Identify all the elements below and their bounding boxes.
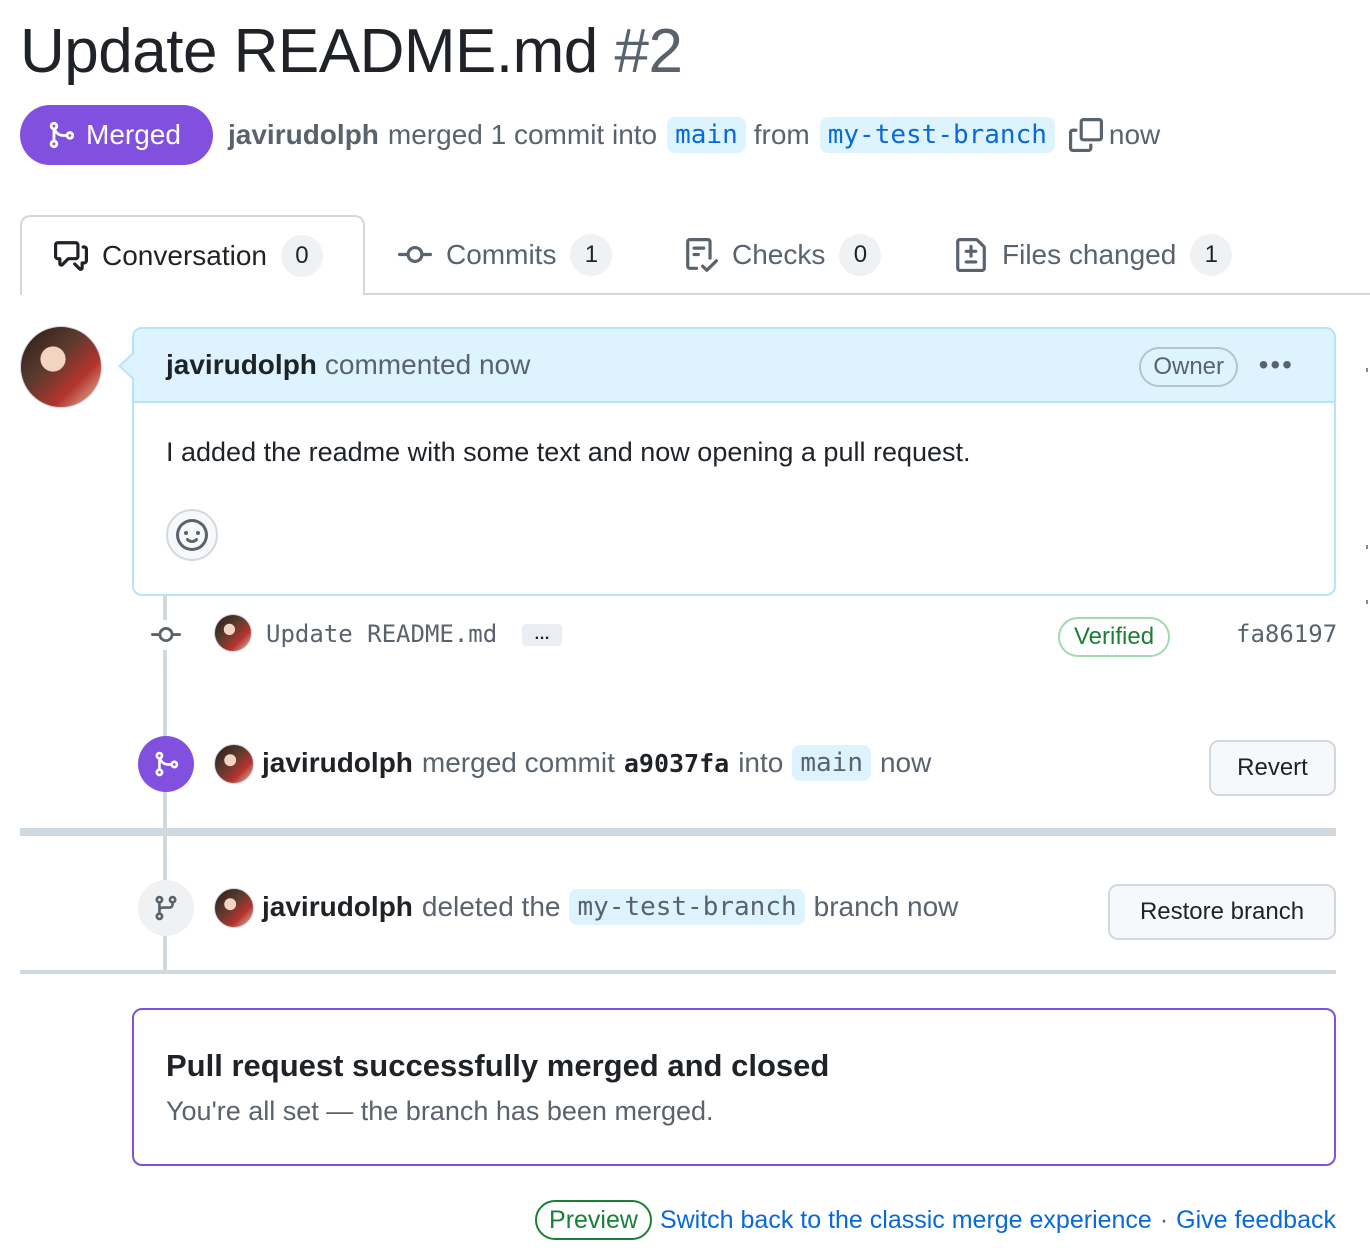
comment-author[interactable]: javirudolph [166, 349, 317, 381]
avatar[interactable] [214, 744, 254, 784]
avatar[interactable] [214, 614, 252, 652]
edge-mark [1366, 368, 1368, 372]
delete-event-action: deleted the [421, 891, 561, 922]
merge-event-node [138, 736, 194, 792]
timeline-divider [20, 970, 1336, 974]
merge-event-into: into [738, 747, 784, 778]
comment-action: commented now [324, 349, 531, 380]
commit-message-link[interactable]: Update README.md [266, 620, 497, 648]
preview-badge: Preview [535, 1200, 652, 1240]
git-branch-icon [155, 895, 177, 921]
tab-conversation-label: Conversation [102, 240, 267, 271]
merge-text: merged 1 commit into [387, 119, 658, 150]
tab-files-changed-label: Files changed [1002, 239, 1177, 270]
delete-event-suffix: branch now [813, 891, 959, 922]
avatar[interactable] [20, 326, 102, 408]
checklist-icon [686, 238, 718, 272]
comment-header: javirudolph commented now Owner ••• [134, 329, 1334, 403]
comment-discussion-icon [54, 241, 88, 271]
merge-box-subtitle: You're all set — the branch has been mer… [166, 1096, 714, 1126]
kebab-menu-icon[interactable]: ••• [1259, 349, 1294, 381]
deleted-branch: my-test-branch [569, 889, 805, 925]
merge-footer: Preview Switch back to the classic merge… [535, 1200, 1336, 1240]
merge-status-box: Pull request successfully merged and clo… [132, 1008, 1336, 1166]
pr-title-text: Update README.md [20, 17, 598, 86]
merge-box-title: Pull request successfully merged and clo… [166, 1048, 830, 1083]
commit-icon [151, 620, 181, 650]
owner-badge: Owner [1139, 347, 1238, 387]
pr-title: Update README.md #2 [20, 14, 683, 90]
delete-event-author[interactable]: javirudolph [262, 891, 413, 923]
comment-body: I added the readme with some text and no… [166, 437, 971, 467]
merge-icon [155, 751, 179, 777]
tab-files-changed[interactable]: Files changed 1 [954, 215, 1233, 295]
tab-commits[interactable]: Commits 1 [398, 215, 613, 295]
pr-author-link[interactable]: javirudolph [228, 119, 379, 151]
commit-icon [398, 245, 432, 263]
base-branch[interactable]: main [667, 117, 746, 153]
expand-commit-button[interactable]: … [522, 624, 562, 646]
merged-status-badge: Merged [20, 105, 213, 165]
merged-label: Merged [86, 119, 181, 150]
merge-event-author[interactable]: javirudolph [262, 747, 413, 779]
merge-event-action: merged commit [421, 747, 615, 778]
head-branch[interactable]: my-test-branch [819, 117, 1055, 153]
tab-checks-count: 0 [839, 234, 882, 276]
edge-mark [1366, 600, 1368, 604]
merge-commit-sha[interactable]: a9037fa [624, 749, 729, 778]
copy-icon[interactable] [1068, 118, 1103, 152]
commit-sha-link[interactable]: fa86197 [1236, 620, 1337, 648]
comment-box: javirudolph commented now Owner ••• I ad… [132, 327, 1336, 596]
file-diff-icon [956, 238, 986, 272]
comment-arrow-inner [121, 354, 134, 378]
tab-conversation[interactable]: Conversation 0 [20, 215, 365, 295]
tab-checks-label: Checks [732, 239, 826, 270]
add-reaction-button[interactable] [166, 509, 218, 561]
pr-number: #2 [614, 17, 683, 86]
tab-files-changed-count: 1 [1190, 234, 1233, 276]
tab-commits-label: Commits [446, 239, 557, 270]
from-text: from [753, 119, 810, 150]
verified-badge[interactable]: Verified [1058, 617, 1171, 657]
footer-separator: · [1159, 1205, 1169, 1234]
tab-commits-count: 1 [570, 234, 613, 276]
edge-mark [1366, 545, 1368, 549]
tab-checks[interactable]: Checks 0 [684, 215, 882, 295]
give-feedback-link[interactable]: Give feedback [1176, 1206, 1336, 1235]
merge-event-time: now [879, 747, 932, 778]
pr-meta: javirudolph merged 1 commit into main fr… [228, 112, 1160, 158]
revert-button[interactable]: Revert [1209, 740, 1336, 796]
avatar[interactable] [214, 888, 254, 928]
switch-classic-link[interactable]: Switch back to the classic merge experie… [660, 1206, 1152, 1235]
timeline-divider [20, 828, 1336, 836]
restore-branch-button[interactable]: Restore branch [1108, 884, 1336, 940]
merge-event-text: javirudolph merged commit a9037fa into m… [262, 740, 931, 786]
merge-event-branch[interactable]: main [792, 745, 871, 781]
delete-event-text: javirudolph deleted the my-test-branch b… [262, 884, 958, 930]
merge-icon [49, 121, 75, 149]
smiley-icon [176, 519, 208, 551]
delete-event-node [138, 880, 194, 936]
tab-conversation-count: 0 [280, 235, 323, 277]
pr-time: now [1108, 119, 1161, 150]
